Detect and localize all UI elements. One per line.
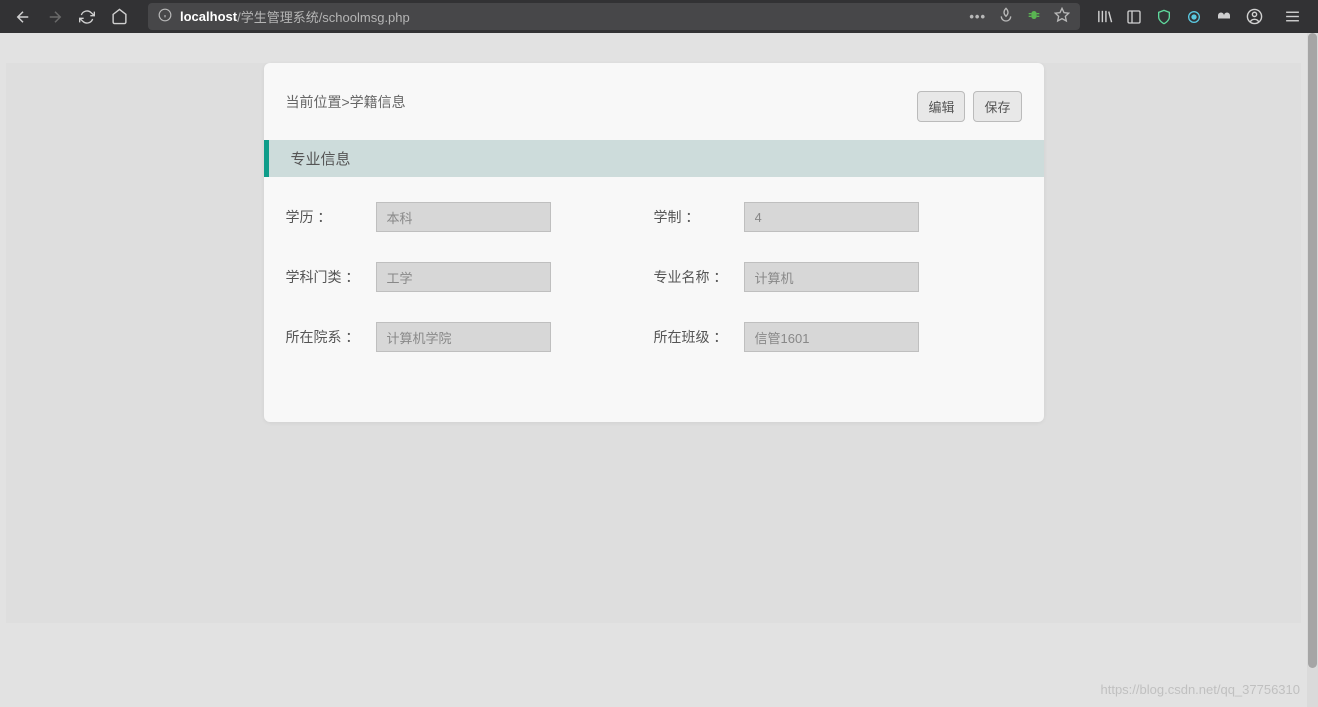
target-icon[interactable]: [1184, 7, 1204, 27]
menu-icon[interactable]: [1282, 7, 1302, 27]
system-input[interactable]: [744, 202, 919, 232]
save-button[interactable]: 保存: [973, 91, 1021, 122]
section-title: 专业信息: [264, 140, 1044, 177]
bookmark-star-icon[interactable]: [1054, 7, 1070, 26]
reader-icon[interactable]: [998, 7, 1014, 26]
info-icon[interactable]: [158, 8, 172, 25]
browser-toolbar: localhost/学生管理系统/schoolmsg.php •••: [0, 0, 1318, 33]
account-icon[interactable]: [1244, 7, 1264, 27]
sidebar-icon[interactable]: [1124, 7, 1144, 27]
page-content: 当前位置>学籍信息 编辑 保存 专业信息 学历 ： 学制 ：: [0, 33, 1307, 707]
scrollbar-thumb[interactable]: [1308, 33, 1317, 668]
reload-button[interactable]: [72, 3, 102, 31]
home-button[interactable]: [104, 3, 134, 31]
edit-button[interactable]: 编辑: [917, 91, 965, 122]
bug-icon[interactable]: [1026, 7, 1042, 26]
school-input[interactable]: [376, 322, 551, 352]
scrollbar[interactable]: [1307, 33, 1318, 707]
library-icon[interactable]: [1094, 7, 1114, 27]
major-label: 专业名称 ：: [654, 267, 744, 287]
watermark: https://blog.csdn.net/qq_37756310: [1101, 682, 1301, 697]
class-label: 所在班级 ：: [654, 327, 744, 347]
right-toolbar: [1094, 7, 1310, 27]
category-input[interactable]: [376, 262, 551, 292]
major-input[interactable]: [744, 262, 919, 292]
forward-button[interactable]: [40, 3, 70, 31]
category-label: 学科门类 ：: [286, 267, 376, 287]
extension-icon[interactable]: [1214, 7, 1234, 27]
url-bar[interactable]: localhost/学生管理系统/schoolmsg.php •••: [148, 3, 1080, 30]
url-text: localhost/学生管理系统/schoolmsg.php: [180, 7, 410, 26]
breadcrumb: 当前位置>学籍信息: [286, 92, 406, 112]
back-button[interactable]: [8, 3, 38, 31]
system-label: 学制 ：: [654, 207, 744, 227]
degree-label: 学历 ：: [286, 207, 376, 227]
school-label: 所在院系 ：: [286, 327, 376, 347]
card: 当前位置>学籍信息 编辑 保存 专业信息 学历 ： 学制 ：: [264, 63, 1044, 422]
ellipsis-icon[interactable]: •••: [969, 9, 986, 24]
shield-icon[interactable]: [1154, 7, 1174, 27]
degree-input[interactable]: [376, 202, 551, 232]
class-input[interactable]: [744, 322, 919, 352]
